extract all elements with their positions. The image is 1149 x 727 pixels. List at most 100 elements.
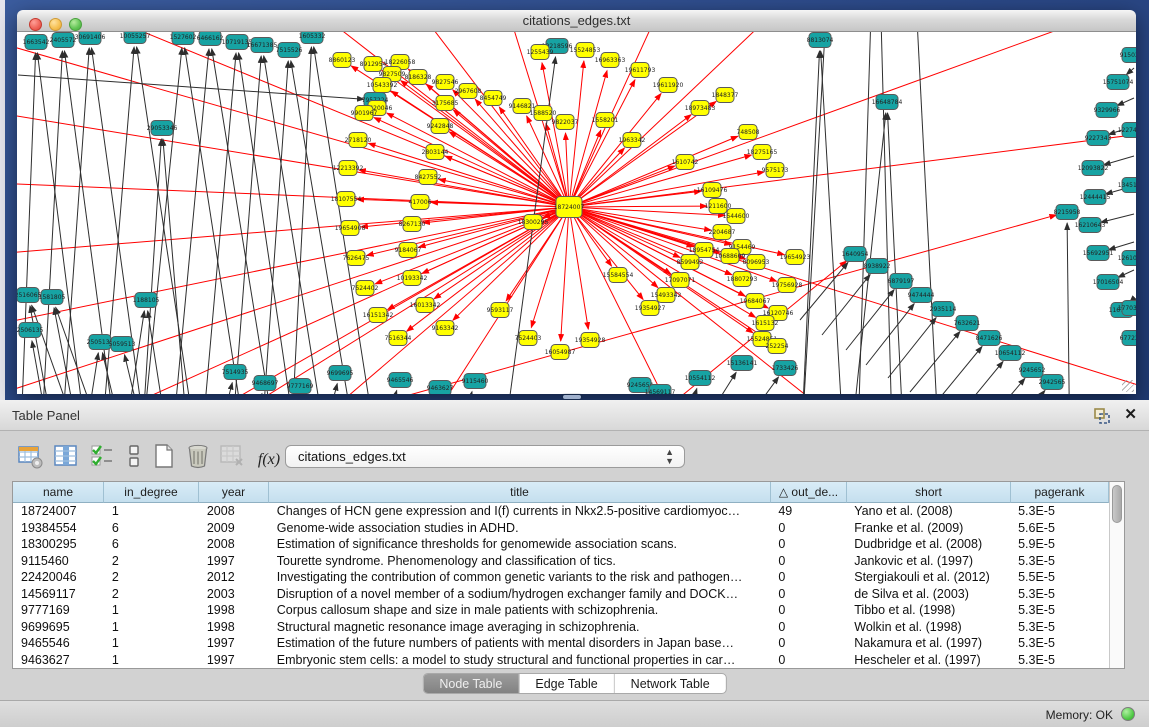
cell-pagerank[interactable]: 5.3E-5 bbox=[1010, 652, 1108, 669]
cell-pagerank[interactable]: 5.3E-5 bbox=[1010, 602, 1108, 619]
graph-node[interactable]: 18107554 bbox=[331, 192, 362, 207]
cell-name[interactable]: 19384554 bbox=[13, 520, 104, 537]
cell-in_degree[interactable]: 6 bbox=[104, 536, 199, 553]
graph-node[interactable]: 9245652 bbox=[1019, 363, 1046, 378]
cell-pagerank[interactable]: 5.3E-5 bbox=[1010, 619, 1108, 636]
graph-node[interactable]: 19654923 bbox=[780, 250, 811, 265]
graph-node[interactable]: 16210643 bbox=[1075, 218, 1106, 233]
cell-in_degree[interactable]: 2 bbox=[104, 569, 199, 586]
graph-node[interactable]: 16109476 bbox=[697, 183, 728, 198]
column-header-pagerank[interactable]: pagerank bbox=[1011, 482, 1109, 503]
graph-node[interactable]: 19354928 bbox=[575, 333, 606, 348]
graph-node[interactable]: 10554112 bbox=[685, 371, 716, 386]
panel-splitter-handle[interactable] bbox=[563, 395, 581, 399]
cell-out_degree[interactable]: 0 bbox=[770, 553, 846, 570]
cell-name[interactable]: 22420046 bbox=[13, 569, 104, 586]
cell-year[interactable]: 1997 bbox=[199, 652, 269, 669]
table-row[interactable]: 946554611997Estimation of the future num… bbox=[13, 635, 1108, 652]
graph-node[interactable]: 18807293 bbox=[727, 272, 758, 287]
cell-in_degree[interactable]: 1 bbox=[104, 652, 199, 669]
graph-node[interactable]: 9163342 bbox=[432, 321, 459, 336]
graph-node[interactable]: 9184067 bbox=[395, 243, 422, 258]
table-row[interactable]: 977716911998Corpus callosum shape and si… bbox=[13, 602, 1108, 619]
graph-node[interactable]: 9474444 bbox=[908, 288, 935, 303]
cell-pagerank[interactable]: 5.3E-5 bbox=[1010, 503, 1108, 520]
graph-node[interactable]: 1733426 bbox=[772, 361, 799, 376]
graph-node[interactable]: 1848377 bbox=[712, 88, 739, 103]
graph-node[interactable]: 1663542 bbox=[23, 35, 50, 50]
cell-name[interactable]: 9699695 bbox=[13, 619, 104, 636]
graph-node[interactable]: 12213392 bbox=[333, 161, 364, 176]
graph-node[interactable]: 2942565 bbox=[1039, 375, 1066, 390]
cell-short[interactable]: de Silva et al. (2003) bbox=[846, 586, 1010, 603]
graph-node[interactable]: 2506135 bbox=[17, 323, 44, 338]
network-graph-svg[interactable]: 1872400716635422405572306914061005525715… bbox=[17, 32, 1136, 394]
graph-node[interactable]: 12444415 bbox=[1080, 190, 1111, 205]
graph-node[interactable]: 9150312 bbox=[1120, 48, 1136, 63]
graph-node[interactable]: 1581805 bbox=[39, 290, 66, 305]
column-header-out_degree[interactable]: △ out_de... bbox=[771, 482, 847, 503]
cell-year[interactable]: 2008 bbox=[199, 536, 269, 553]
close-panel-icon[interactable]: ✕ bbox=[1124, 405, 1137, 423]
column-header-title[interactable]: title bbox=[269, 482, 771, 503]
graph-node[interactable]: 7516344 bbox=[385, 331, 412, 346]
graph-node[interactable]: 16963363 bbox=[595, 53, 626, 68]
graph-node[interactable]: 8096953 bbox=[743, 255, 770, 270]
graph-node[interactable]: 18275165 bbox=[747, 145, 778, 160]
graph-node[interactable]: 9468697 bbox=[252, 376, 279, 391]
cell-title[interactable]: Embryonic stem cells: a model to study s… bbox=[269, 652, 771, 669]
cell-pagerank[interactable]: 5.5E-5 bbox=[1010, 569, 1108, 586]
scrollbar-thumb[interactable] bbox=[1112, 485, 1122, 523]
cell-year[interactable]: 1997 bbox=[199, 635, 269, 652]
cell-out_degree[interactable]: 0 bbox=[770, 586, 846, 603]
cell-in_degree[interactable]: 2 bbox=[104, 586, 199, 603]
delete-trash-icon[interactable] bbox=[184, 442, 212, 470]
cell-short[interactable]: Tibbo et al. (1998) bbox=[846, 602, 1010, 619]
cell-short[interactable]: Nakamura et al. (1997) bbox=[846, 635, 1010, 652]
tab-node-table[interactable]: Node Table bbox=[423, 674, 519, 693]
graph-node[interactable]: 15524853 bbox=[570, 43, 601, 58]
show-columns-icon[interactable] bbox=[52, 442, 80, 470]
graph-node[interactable]: 9227343 bbox=[1085, 131, 1112, 146]
graph-node[interactable]: 16671385 bbox=[247, 38, 278, 53]
table-row[interactable]: 946362711997Embryonic stem cells: a mode… bbox=[13, 652, 1108, 669]
network-window-titlebar[interactable]: citations_edges.txt bbox=[17, 10, 1136, 32]
graph-node[interactable]: 1558201 bbox=[592, 113, 619, 128]
cell-title[interactable]: Disruption of a novel member of a sodium… bbox=[269, 586, 771, 603]
table-row[interactable]: 1938455462009Genome-wide association stu… bbox=[13, 520, 1108, 537]
cell-name[interactable]: 9463627 bbox=[13, 652, 104, 669]
graph-node[interactable]: 8938922 bbox=[864, 259, 891, 274]
graph-node[interactable]: 8813074 bbox=[807, 33, 834, 48]
cell-short[interactable]: Dudbridge et al. (2008) bbox=[846, 536, 1010, 553]
graph-node[interactable]: 15751074 bbox=[1103, 75, 1134, 90]
cell-short[interactable]: Yano et al. (2008) bbox=[846, 503, 1010, 520]
graph-node[interactable]: 7632621 bbox=[954, 316, 981, 331]
network-canvas[interactable]: 1872400716635422405572306914061005525715… bbox=[17, 32, 1136, 394]
graph-node[interactable]: 9777169 bbox=[287, 379, 314, 394]
graph-node[interactable]: 9575173 bbox=[762, 163, 789, 178]
graph-node[interactable]: 9329966 bbox=[1094, 103, 1121, 118]
graph-node[interactable]: 7515526 bbox=[276, 43, 303, 58]
graph-node[interactable]: 6466162 bbox=[197, 32, 224, 46]
cell-year[interactable]: 2008 bbox=[199, 503, 269, 520]
function-builder-icon[interactable]: f(x) bbox=[252, 446, 286, 474]
graph-node[interactable]: 30691406 bbox=[75, 32, 106, 45]
graph-node[interactable]: 15584554 bbox=[603, 268, 634, 283]
cell-in_degree[interactable]: 1 bbox=[104, 619, 199, 636]
cell-name[interactable]: 18300295 bbox=[13, 536, 104, 553]
table-row[interactable]: 1872400712008Changes of HCN gene express… bbox=[13, 503, 1108, 520]
cell-title[interactable]: Investigating the contribution of common… bbox=[269, 569, 771, 586]
graph-node[interactable]: 7514935 bbox=[222, 365, 249, 380]
cell-pagerank[interactable]: 5.3E-5 bbox=[1010, 635, 1108, 652]
table-selector-dropdown[interactable]: citations_edges.txt ▲▼ bbox=[285, 445, 685, 468]
graph-node[interactable]: 9699695 bbox=[327, 366, 354, 381]
cell-year[interactable]: 2009 bbox=[199, 520, 269, 537]
cell-out_degree[interactable]: 0 bbox=[770, 520, 846, 537]
cell-name[interactable]: 9465546 bbox=[13, 635, 104, 652]
cell-out_degree[interactable]: 49 bbox=[770, 503, 846, 520]
cell-pagerank[interactable]: 5.9E-5 bbox=[1010, 536, 1108, 553]
network-view-window[interactable]: citations_edges.txt 18724007166354224055… bbox=[17, 10, 1136, 394]
tab-edge-table[interactable]: Edge Table bbox=[519, 674, 614, 693]
cell-in_degree[interactable]: 1 bbox=[104, 602, 199, 619]
cell-title[interactable]: Corpus callosum shape and size in male p… bbox=[269, 602, 771, 619]
